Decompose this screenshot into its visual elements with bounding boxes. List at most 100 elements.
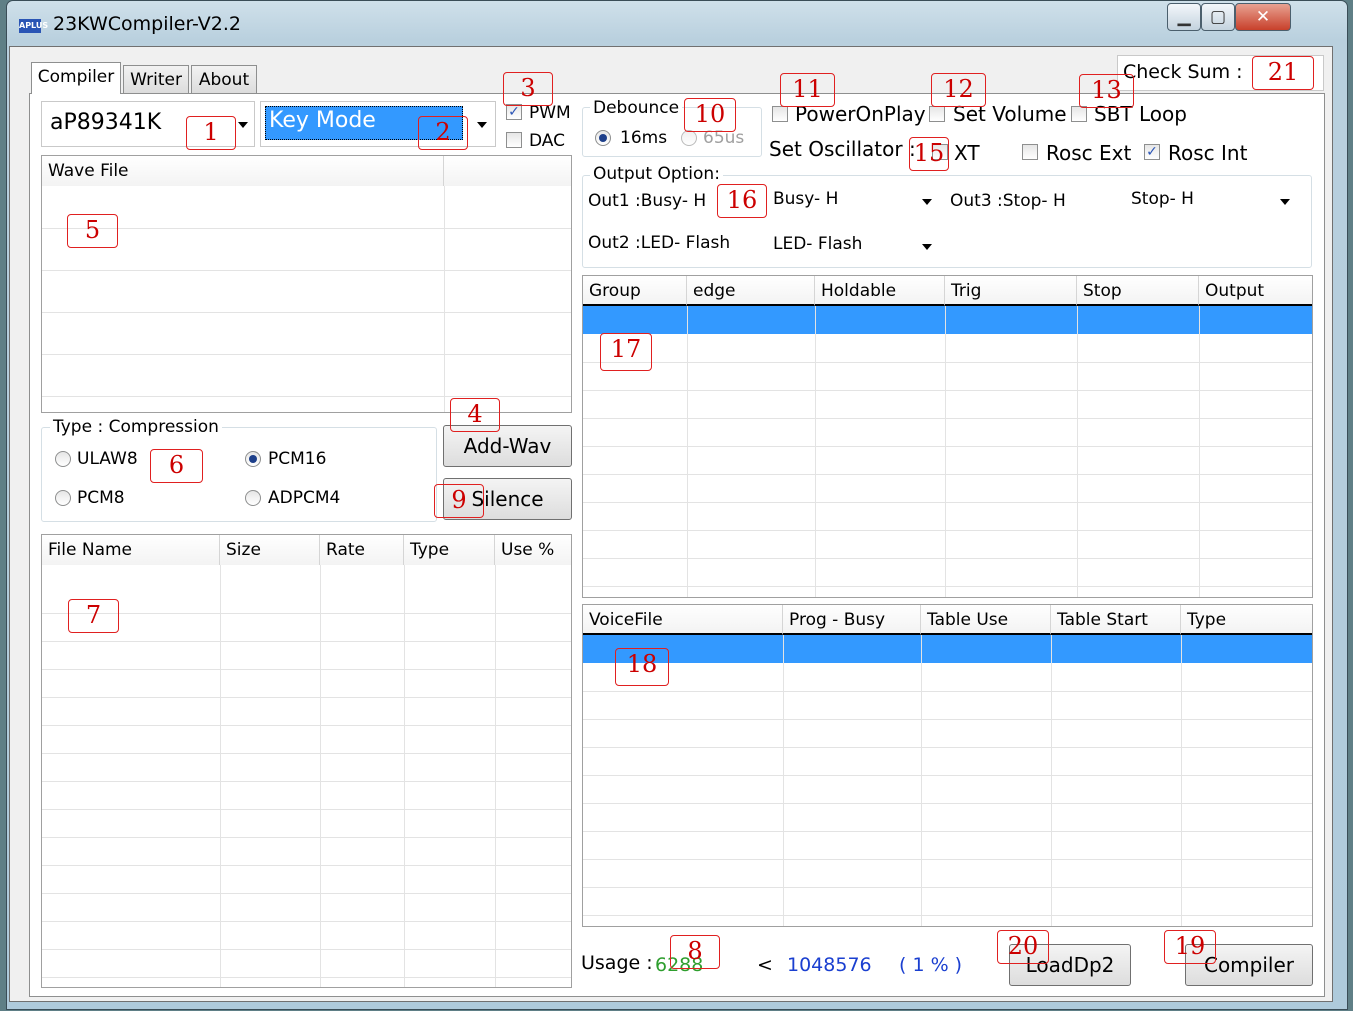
annotation-marker: 7 [68, 599, 119, 633]
out1-label: Out1 :Busy- H [588, 191, 707, 211]
annotation-marker: 9 [434, 484, 484, 518]
title-bar[interactable]: APLUS 23KWCompiler-V2.2 ▁ ▢ ✕ [7, 1, 1347, 47]
out3-select[interactable]: Stop- H [1125, 183, 1298, 219]
poweronplay-checkbox[interactable] [772, 106, 788, 122]
mode-select-value: Key Mode [269, 108, 376, 133]
out1-select-value: Busy- H [773, 189, 839, 209]
annotation-marker: 10 [684, 98, 736, 132]
pcm8-label: PCM8 [77, 488, 125, 508]
wave-file-list[interactable]: Wave File [41, 155, 572, 413]
debounce-label: Debounce [590, 98, 683, 118]
ulaw8-label: ULAW8 [77, 449, 138, 469]
usage-label: Usage : [581, 952, 653, 974]
tab-about[interactable]: About [191, 65, 257, 93]
pcm8-radio[interactable] [55, 490, 71, 506]
column-header-rate[interactable]: Rate [320, 535, 404, 565]
annotation-marker: 20 [997, 930, 1049, 964]
chevron-down-icon [922, 244, 932, 250]
app-logo-icon: APLUS [19, 19, 48, 33]
ulaw8-radio[interactable] [55, 451, 71, 467]
dac-checkbox[interactable] [506, 132, 522, 148]
group-table[interactable]: Group edge Holdable Trig Stop Output [582, 275, 1313, 598]
column-header-use-percent[interactable]: Use % [495, 535, 571, 565]
out3-label: Out3 :Stop- H [950, 191, 1066, 211]
rosc-ext-label: Rosc Ext [1046, 141, 1132, 165]
annotation-marker: 19 [1164, 930, 1216, 964]
column-header-stop[interactable]: Stop [1077, 276, 1199, 306]
annotation-marker: 1 [186, 116, 236, 150]
out2-select[interactable]: LED- Flash [767, 228, 940, 264]
out2-select-value: LED- Flash [773, 234, 863, 254]
selected-row[interactable] [583, 306, 1312, 334]
column-header-table-start[interactable]: Table Start [1051, 605, 1181, 635]
annotation-marker: 17 [600, 333, 652, 371]
rosc-int-label: Rosc Int [1168, 141, 1248, 165]
debounce-65us-radio[interactable] [681, 130, 697, 146]
column-header-type[interactable]: Type [404, 535, 495, 565]
column-header-output[interactable]: Output [1199, 276, 1312, 306]
chevron-down-icon [1280, 199, 1290, 205]
set-volume-checkbox[interactable] [929, 106, 945, 122]
annotation-marker: 8 [670, 935, 720, 969]
dac-label: DAC [529, 131, 565, 151]
out2-label: Out2 :LED- Flash [588, 233, 731, 253]
sbt-loop-checkbox[interactable] [1071, 106, 1087, 122]
check-sum-label: Check Sum : [1123, 61, 1243, 83]
annotation-marker: 16 [717, 184, 767, 218]
column-header-group[interactable]: Group [583, 276, 687, 306]
tab-compiler[interactable]: Compiler [31, 62, 121, 94]
column-header-size[interactable]: Size [220, 535, 320, 565]
annotation-marker: 6 [150, 449, 203, 483]
column-header-voicefile[interactable]: VoiceFile [583, 605, 783, 635]
rosc-ext-checkbox[interactable] [1022, 144, 1038, 160]
column-header-holdable[interactable]: Holdable [815, 276, 945, 306]
usage-total: 1048576 [787, 954, 872, 976]
column-header-blank[interactable] [444, 156, 571, 186]
annotation-marker: 5 [67, 214, 118, 248]
out3-select-value: Stop- H [1131, 189, 1194, 209]
debounce-16ms-radio[interactable] [595, 130, 611, 146]
maximize-button[interactable]: ▢ [1201, 3, 1235, 31]
column-header-file-name[interactable]: File Name [42, 535, 220, 565]
usage-percent: ( 1 % ) [899, 954, 963, 976]
chevron-down-icon [477, 122, 487, 128]
annotation-marker: 3 [503, 72, 553, 106]
column-header-trig[interactable]: Trig [945, 276, 1077, 306]
minimize-button[interactable]: ▁ [1167, 3, 1201, 31]
pcm16-radio[interactable] [245, 451, 261, 467]
annotation-marker: 12 [931, 73, 986, 107]
pwm-checkbox[interactable]: ✓ [506, 104, 522, 120]
pcm16-label: PCM16 [268, 449, 327, 469]
close-button[interactable]: ✕ [1235, 3, 1291, 31]
xt-label: XT [954, 141, 980, 165]
pwm-label: PWM [529, 103, 571, 123]
annotation-marker: 15 [909, 137, 949, 171]
set-oscillator-label: Set Oscillator : [769, 137, 916, 161]
adpcm4-radio[interactable] [245, 490, 261, 506]
annotation-marker: 11 [780, 73, 835, 107]
output-option-label: Output Option: [590, 164, 723, 184]
rosc-int-checkbox[interactable]: ✓ [1144, 144, 1160, 160]
tab-writer[interactable]: Writer [123, 65, 189, 93]
adpcm4-label: ADPCM4 [268, 488, 341, 508]
debounce-16ms-label: 16ms [620, 128, 668, 148]
annotation-marker: 21 [1252, 56, 1314, 90]
file-list-table[interactable]: File Name Size Rate Type Use % [41, 534, 572, 988]
annotation-marker: 18 [615, 648, 669, 686]
usage-less-than: < [757, 954, 773, 976]
type-compression-label: Type : Compression [50, 417, 222, 437]
window-title: 23KWCompiler-V2.2 [53, 13, 242, 35]
column-header-edge[interactable]: edge [687, 276, 815, 306]
column-header-table-use[interactable]: Table Use [921, 605, 1051, 635]
chevron-down-icon [238, 122, 248, 128]
annotation-marker: 2 [418, 116, 468, 150]
annotation-marker: 13 [1079, 74, 1134, 108]
voice-table[interactable]: VoiceFile Prog - Busy Table Use Table St… [582, 604, 1313, 927]
selected-row[interactable] [583, 635, 1312, 663]
column-header-wave-file[interactable]: Wave File [42, 156, 444, 186]
chevron-down-icon [922, 199, 932, 205]
column-header-prog-busy[interactable]: Prog - Busy [783, 605, 921, 635]
column-header-type[interactable]: Type [1181, 605, 1312, 635]
out1-select[interactable]: Busy- H [767, 183, 940, 219]
annotation-marker: 4 [450, 398, 500, 432]
